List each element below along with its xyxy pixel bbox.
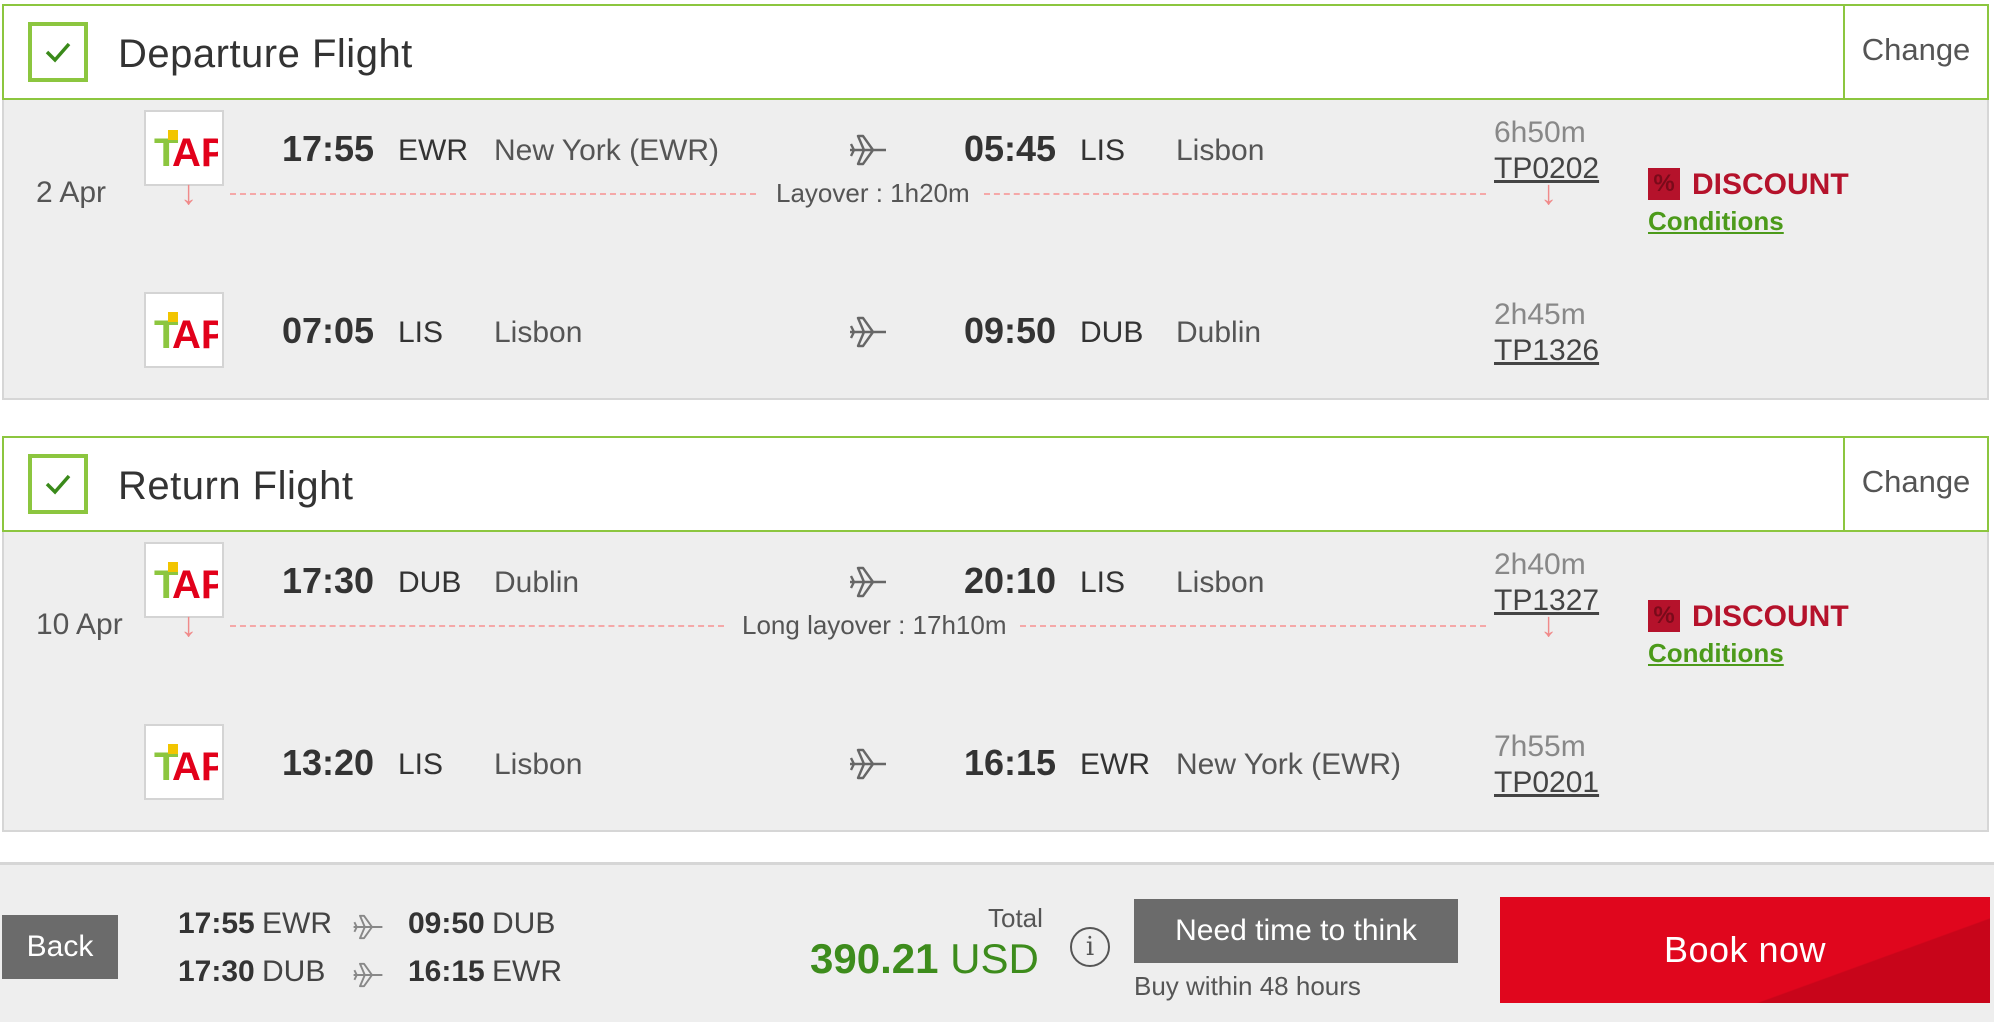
departure-city: Lisbon: [494, 316, 583, 349]
flight-date: 2 Apr: [36, 176, 107, 209]
price-currency: USD: [950, 935, 1039, 982]
conditions-link[interactable]: Conditions: [1648, 206, 1784, 237]
plane-icon: [350, 959, 386, 999]
departure-flight-title: Departure Flight: [118, 32, 413, 76]
layover-divider: [230, 625, 724, 627]
buy-within-note: Buy within 48 hours: [1134, 971, 1361, 1001]
tap-logo: T AP: [144, 292, 224, 368]
flight-duration: 2h45m: [1494, 298, 1586, 331]
svg-text:AP: AP: [172, 563, 218, 606]
flight-date: 10 Apr: [36, 608, 123, 641]
departure-time: 07:05: [282, 310, 375, 351]
total-price: 390.21 USD: [810, 935, 1039, 983]
info-icon[interactable]: i: [1070, 927, 1110, 967]
svg-text:AP: AP: [172, 131, 218, 174]
discount-badge-icon: %: [1648, 600, 1680, 632]
arrival-airport-code: EWR: [1080, 748, 1150, 781]
plane-icon: [846, 312, 890, 357]
return-flight-title: Return Flight: [118, 464, 354, 508]
change-return-button[interactable]: Change: [1843, 438, 1987, 530]
price-amount: 390.21: [810, 935, 939, 982]
arrival-city: Lisbon: [1176, 134, 1265, 167]
layover-duration: Long layover : 17h10m: [742, 610, 1007, 640]
arrival-airport-code: DUB: [1080, 316, 1144, 349]
arrow-down-icon: ↓: [180, 606, 197, 644]
discount-label: DISCOUNT: [1692, 168, 1849, 201]
departure-flight-details: T AP 17:55 EWR New York (EWR) 05:45 LIS …: [2, 100, 1989, 400]
layover-divider: [984, 193, 1486, 195]
arrival-time: 20:10: [964, 560, 1057, 601]
departure-city: New York (EWR): [494, 134, 720, 167]
arrival-city: Dublin: [1176, 316, 1262, 349]
flight-duration: 2h40m: [1494, 548, 1586, 581]
layover-divider: [230, 193, 756, 195]
total-label: Total: [988, 903, 1043, 933]
plane-icon: [846, 130, 890, 175]
summary-arr-code: DUB: [492, 907, 556, 940]
return-flight-header: Return Flight Change: [2, 436, 1989, 532]
layover-duration: Layover : 1h20m: [776, 178, 970, 208]
layover-divider: [1020, 625, 1486, 627]
summary-arr-time: 16:15: [408, 955, 485, 988]
departure-time: 13:20: [282, 742, 375, 783]
arrival-airport-code: LIS: [1080, 134, 1126, 167]
arrival-time: 05:45: [964, 128, 1057, 169]
flight-number-link[interactable]: TP1326: [1494, 334, 1599, 368]
summary-dep-code: DUB: [262, 955, 326, 988]
departure-time: 17:55: [282, 128, 375, 169]
arrival-time: 16:15: [964, 742, 1057, 783]
departure-city: Lisbon: [494, 748, 583, 781]
need-time-to-think-button[interactable]: Need time to think: [1134, 899, 1458, 963]
departure-airport-code: LIS: [398, 316, 444, 349]
check-icon: [28, 22, 88, 82]
back-button[interactable]: Back: [2, 915, 118, 979]
summary-arr-time: 09:50: [408, 907, 485, 940]
summary-dep-time: 17:55: [178, 907, 255, 940]
flight-duration: 7h55m: [1494, 730, 1586, 763]
arrival-airport-code: LIS: [1080, 566, 1126, 599]
departure-airport-code: DUB: [398, 566, 462, 599]
flight-duration: 6h50m: [1494, 116, 1586, 149]
book-now-button[interactable]: Book now: [1500, 897, 1990, 1003]
summary-dep-code: EWR: [262, 907, 332, 940]
departure-flight-header: Departure Flight Change: [2, 4, 1989, 100]
change-departure-button[interactable]: Change: [1843, 6, 1987, 98]
summary-dep-time: 17:30: [178, 955, 255, 988]
departure-time: 17:30: [282, 560, 375, 601]
booking-summary-bar: Back 17:55 EWR 09:50 DUB 17:30 DUB 16:15…: [0, 862, 1994, 1022]
discount-badge-icon: %: [1648, 168, 1680, 200]
svg-text:AP: AP: [172, 313, 218, 356]
flight-segment: T AP 13:20 LIS Lisbon 16:15 EWR New York…: [4, 724, 1987, 804]
plane-icon: [350, 911, 386, 951]
plane-icon: [846, 744, 890, 789]
check-icon: [28, 454, 88, 514]
conditions-link[interactable]: Conditions: [1648, 638, 1784, 669]
arrival-time: 09:50: [964, 310, 1057, 351]
flight-number-link[interactable]: TP0201: [1494, 766, 1599, 800]
tap-logo: T AP: [144, 724, 224, 800]
arrow-down-icon: ↓: [1540, 174, 1557, 212]
arrival-city: Lisbon: [1176, 566, 1265, 599]
flight-segment: T AP 07:05 LIS Lisbon 09:50 DUB Dublin 2…: [4, 292, 1987, 372]
return-flight-details: T AP 17:30 DUB Dublin 20:10 LIS Lisbon 2…: [2, 532, 1989, 832]
arrow-down-icon: ↓: [180, 174, 197, 212]
summary-arr-code: EWR: [492, 955, 562, 988]
arrival-city: New York (EWR): [1176, 748, 1402, 781]
departure-airport-code: EWR: [398, 134, 468, 167]
plane-icon: [846, 562, 890, 607]
arrow-down-icon: ↓: [1540, 606, 1557, 644]
departure-airport-code: LIS: [398, 748, 444, 781]
departure-city: Dublin: [494, 566, 580, 599]
svg-text:AP: AP: [172, 745, 218, 788]
discount-label: DISCOUNT: [1692, 600, 1849, 633]
